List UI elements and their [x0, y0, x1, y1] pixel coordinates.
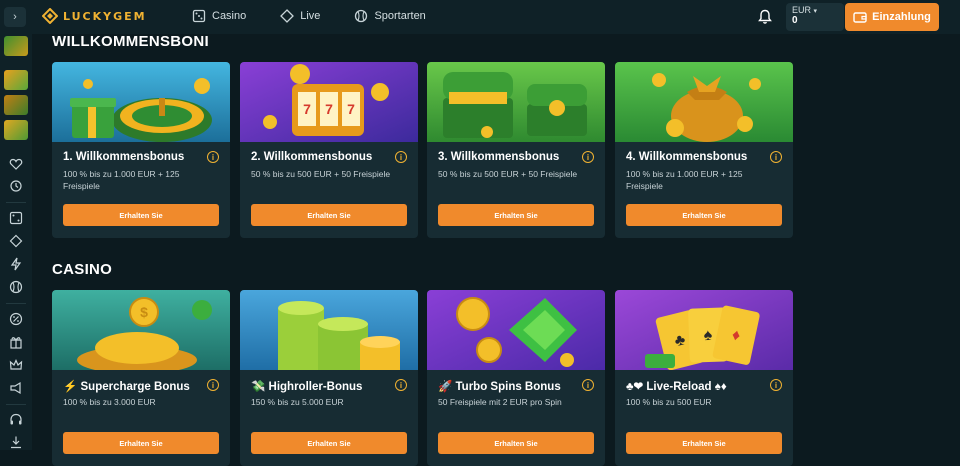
bonus-card: 🚀 Turbo Spins Bonus i 50 Freispiele mit … — [427, 290, 605, 466]
claim-bonus-button[interactable]: Erhalten Sie — [438, 204, 594, 226]
sidebar — [0, 34, 32, 450]
treasure-chest-image[interactable] — [427, 62, 605, 142]
svg-text:7: 7 — [347, 101, 355, 117]
bonus-card: 💸 Highroller-Bonus i 150 % bis zu 5.000 … — [240, 290, 418, 466]
megaphone-icon[interactable] — [9, 381, 23, 395]
sidebar-promo-thumb[interactable] — [4, 70, 28, 90]
logo-text: LUCKYGEM — [63, 9, 147, 23]
casino-icon — [192, 9, 206, 23]
bonus-title: 1. Willkommensbonus — [63, 151, 185, 163]
info-icon[interactable]: i — [395, 151, 407, 163]
bonus-title: 4. Willkommensbonus — [626, 151, 748, 163]
svg-text:7: 7 — [303, 101, 311, 117]
claim-bonus-button[interactable]: Erhalten Sie — [438, 432, 594, 454]
info-icon[interactable]: i — [770, 379, 782, 391]
claim-bonus-button[interactable]: Erhalten Sie — [63, 432, 219, 454]
bonus-title: ♣❤ Live-Reload ♠♦ — [626, 381, 727, 393]
live-icon — [280, 9, 295, 23]
sidebar-divider — [6, 303, 26, 304]
svg-text:7: 7 — [325, 101, 333, 117]
bonus-card: 7 7 7 2. Willkommensbonus i 50 % bis zu … — [240, 62, 418, 238]
notification-bell-icon[interactable] — [758, 9, 772, 25]
bonus-description: 50 % bis zu 500 EUR + 50 Freispiele — [251, 169, 391, 179]
support-headset-icon[interactable] — [9, 413, 23, 427]
sidebar-toggle-button[interactable]: › — [4, 7, 26, 27]
svg-text:$: $ — [140, 304, 148, 320]
sports-icon — [355, 9, 368, 23]
caret-down-icon: ▾ — [813, 8, 818, 15]
bonus-card: 1. Willkommensbonus i 100 % bis zu 1.000… — [52, 62, 230, 238]
roulette-gift-image[interactable] — [52, 62, 230, 142]
sidebar-divider — [6, 202, 26, 203]
nav-live[interactable]: Live — [280, 9, 320, 23]
bonus-description: 50 % bis zu 500 EUR + 50 Freispiele — [438, 169, 578, 179]
nav-live-label: Live — [300, 10, 321, 22]
live-icon[interactable] — [9, 234, 23, 248]
heart-icon[interactable] — [9, 157, 23, 171]
bonus-title: 🚀 Turbo Spins Bonus — [438, 381, 561, 393]
lightning-icon[interactable] — [9, 257, 23, 271]
info-icon[interactable]: i — [395, 379, 407, 391]
claim-bonus-button[interactable]: Erhalten Sie — [626, 204, 782, 226]
crown-icon[interactable] — [9, 358, 23, 372]
playing-cards-image[interactable]: ♣ ♠ ♦ — [615, 290, 793, 370]
balance-value: 0 — [792, 15, 798, 26]
chevron-right-icon: › — [13, 11, 17, 23]
info-icon[interactable]: i — [582, 379, 594, 391]
coin-pile-image[interactable]: $ — [52, 290, 230, 370]
bonus-title: ⚡ Supercharge Bonus — [63, 381, 190, 393]
sports-icon[interactable] — [9, 280, 23, 294]
sidebar-promo-thumb[interactable] — [4, 36, 28, 56]
money-bag-image[interactable] — [615, 62, 793, 142]
percent-icon[interactable] — [9, 312, 23, 326]
section-title-welcome: WILLKOMMENSBONI — [52, 33, 209, 50]
nav-sports-label: Sportarten — [374, 10, 426, 22]
bonus-description: 150 % bis zu 5.000 EUR — [251, 397, 344, 407]
bonus-title: 💸 Highroller-Bonus — [251, 381, 363, 393]
bonus-card: $ ⚡ Supercharge Bonus i 100 % bis zu 3.0… — [52, 290, 230, 466]
section-title-casino: CASINO — [52, 261, 113, 278]
nav-casino-label: Casino — [212, 10, 247, 22]
bonus-card: 3. Willkommensbonus i 50 % bis zu 500 EU… — [427, 62, 605, 238]
currency-label: EUR — [792, 5, 812, 15]
claim-bonus-button[interactable]: Erhalten Sie — [63, 204, 219, 226]
claim-bonus-button[interactable]: Erhalten Sie — [251, 204, 407, 226]
claim-bonus-button[interactable]: Erhalten Sie — [251, 432, 407, 454]
bonus-title: 2. Willkommensbonus — [251, 151, 373, 163]
info-icon[interactable]: i — [207, 151, 219, 163]
balance-selector[interactable]: EUR ▾ 0 — [786, 3, 844, 31]
history-icon[interactable] — [9, 179, 23, 193]
slot-machine-image[interactable]: 7 7 7 — [240, 62, 418, 142]
bonus-description: 50 Freispiele mit 2 EUR pro Spin — [438, 397, 562, 407]
turbo-coins-image[interactable] — [427, 290, 605, 370]
info-icon[interactable]: i — [207, 379, 219, 391]
casino-icon[interactable] — [9, 211, 23, 225]
top-bar: › LUCKYGEM Casino Live Sportarten EUR ▾ … — [0, 0, 960, 34]
wallet-icon — [853, 12, 867, 23]
claim-bonus-button[interactable]: Erhalten Sie — [626, 432, 782, 454]
download-icon[interactable] — [9, 435, 23, 449]
bonus-card: 4. Willkommensbonus i 100 % bis zu 1.000… — [615, 62, 793, 238]
bonus-description: 100 % bis zu 500 EUR — [626, 397, 712, 407]
info-icon[interactable]: i — [582, 151, 594, 163]
svg-text:♠: ♠ — [703, 327, 713, 344]
nav-sports[interactable]: Sportarten — [354, 9, 426, 23]
bonus-description: 100 % bis zu 1.000 EUR + 125 Freispiele — [626, 169, 743, 191]
bonus-description: 100 % bis zu 1.000 EUR + 125 Freispiele — [63, 169, 180, 191]
chip-stacks-image[interactable] — [240, 290, 418, 370]
nav-casino[interactable]: Casino — [192, 9, 246, 23]
bonus-description: 100 % bis zu 3.000 EUR — [63, 397, 156, 407]
deposit-button[interactable]: Einzahlung — [845, 3, 939, 31]
main-nav: Casino Live Sportarten — [192, 9, 426, 23]
sidebar-promo-thumb[interactable] — [4, 120, 28, 140]
sidebar-promo-thumb[interactable] — [4, 95, 28, 115]
info-icon[interactable]: i — [770, 151, 782, 163]
sidebar-divider — [6, 404, 26, 405]
bonus-title: 3. Willkommensbonus — [438, 151, 560, 163]
gift-icon[interactable] — [9, 335, 23, 349]
bonus-card: ♣ ♠ ♦ ♣❤ Live-Reload ♠♦ i 100 % bis zu 5… — [615, 290, 793, 466]
gem-logo-icon — [42, 8, 58, 24]
logo[interactable]: LUCKYGEM — [42, 8, 147, 24]
deposit-label: Einzahlung — [872, 11, 931, 23]
